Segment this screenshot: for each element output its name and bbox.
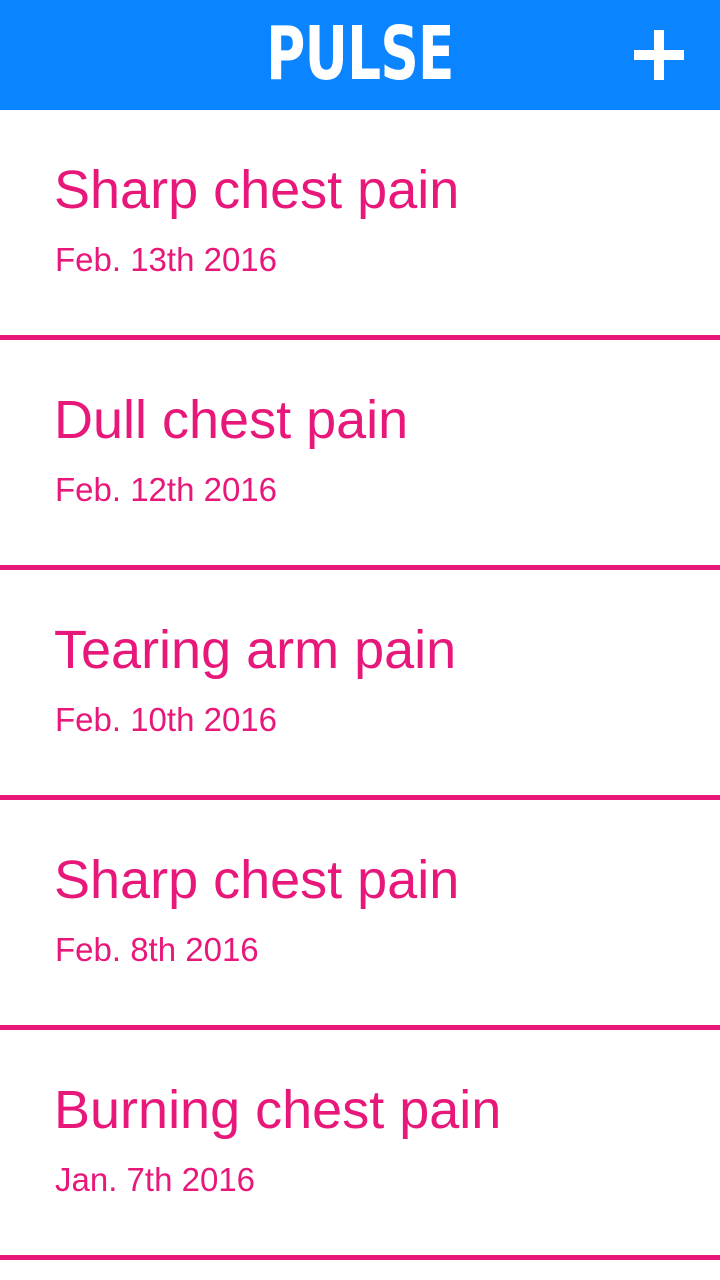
entry-title: Tearing arm pain [54, 620, 457, 680]
plus-icon [620, 17, 696, 93]
entry-date: Feb. 13th 2016 [55, 241, 278, 278]
pain-entry-list: Sharp chest pain Feb. 13th 2016 Dull che… [0, 110, 720, 1260]
entry-title: Sharp chest pain [54, 850, 460, 910]
add-entry-button[interactable] [620, 17, 696, 93]
top-app-bar: PULSE [0, 0, 720, 110]
entry-title: Burning chest pain [54, 1080, 502, 1140]
entry-title: Sharp chest pain [54, 160, 460, 220]
entry-date: Feb. 8th 2016 [55, 931, 259, 968]
entry-date: Jan. 7th 2016 [55, 1161, 255, 1198]
entry-date: Feb. 10th 2016 [55, 701, 278, 738]
list-item[interactable]: Sharp chest pain Feb. 13th 2016 [0, 110, 720, 340]
app-title: PULSE [266, 11, 454, 97]
list-item[interactable]: Burning chest pain Jan. 7th 2016 [0, 1030, 720, 1260]
entry-date: Feb. 12th 2016 [55, 471, 278, 508]
list-item[interactable]: Tearing arm pain Feb. 10th 2016 [0, 570, 720, 800]
app-screen: PULSE Sharp chest pain Feb. 13th 2016 Du… [0, 0, 720, 1280]
entry-title: Dull chest pain [54, 390, 409, 450]
list-item[interactable]: Dull chest pain Feb. 12th 2016 [0, 340, 720, 570]
list-item[interactable]: Sharp chest pain Feb. 8th 2016 [0, 800, 720, 1030]
